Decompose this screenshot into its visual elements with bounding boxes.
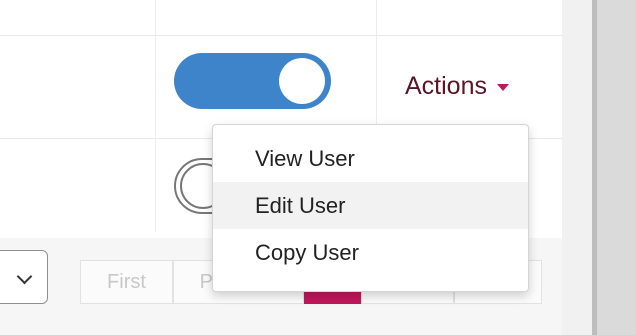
actions-label: Actions bbox=[405, 71, 487, 100]
row-divider bbox=[0, 35, 562, 36]
page-gutter bbox=[562, 0, 592, 335]
menu-item-copy-user[interactable]: Copy User bbox=[213, 229, 528, 276]
chevron-down-icon bbox=[16, 268, 33, 285]
menu-item-edit-user[interactable]: Edit User bbox=[213, 182, 528, 229]
scrollbar-track[interactable] bbox=[597, 0, 636, 335]
column-divider bbox=[155, 0, 156, 232]
toggle-knob bbox=[279, 58, 325, 104]
actions-menu: View User Edit User Copy User bbox=[212, 124, 529, 292]
caret-down-icon bbox=[496, 84, 509, 91]
status-toggle-active[interactable] bbox=[174, 53, 331, 109]
first-page-button[interactable]: First bbox=[80, 260, 173, 304]
page-size-select[interactable] bbox=[0, 250, 48, 304]
actions-dropdown-button[interactable]: Actions bbox=[405, 70, 509, 102]
menu-item-view-user[interactable]: View User bbox=[213, 135, 528, 182]
